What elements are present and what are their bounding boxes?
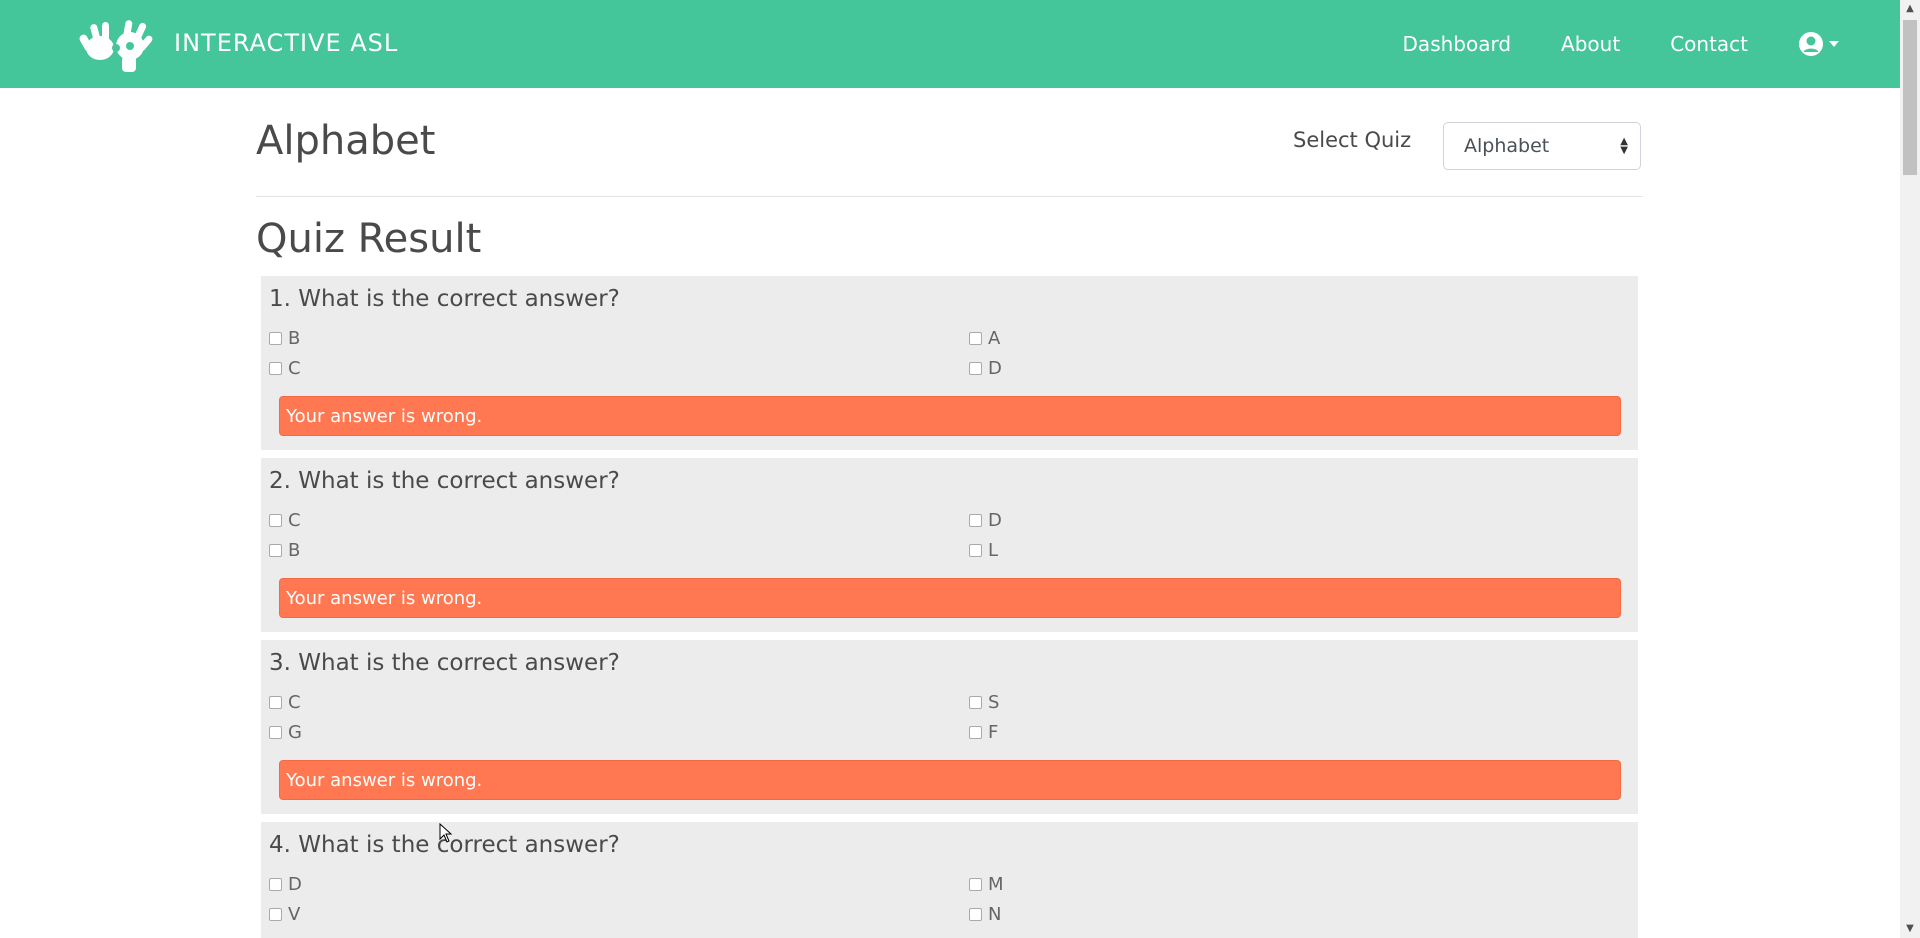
answer-option[interactable]: C bbox=[269, 358, 301, 379]
answer-label: M bbox=[988, 874, 1004, 895]
answer-option[interactable]: B bbox=[269, 328, 300, 349]
answer-checkbox[interactable] bbox=[969, 878, 982, 891]
nav-link-contact[interactable]: Contact bbox=[1670, 32, 1748, 56]
answer-checkbox[interactable] bbox=[969, 544, 982, 557]
answer-option[interactable]: N bbox=[969, 904, 1001, 925]
answer-checkbox[interactable] bbox=[969, 362, 982, 375]
answer-label: B bbox=[288, 540, 301, 561]
answer-label: B bbox=[288, 328, 301, 349]
section-title: Quiz Result bbox=[256, 216, 482, 262]
answer-option[interactable]: M bbox=[969, 874, 1004, 895]
question-card: 1. What is the correct answer? B A C D Y… bbox=[261, 276, 1638, 450]
answer-label: C bbox=[288, 692, 301, 713]
answer-option[interactable]: A bbox=[969, 328, 1000, 349]
answer-option[interactable]: L bbox=[969, 540, 998, 561]
answer-label: N bbox=[988, 904, 1002, 925]
answer-checkbox[interactable] bbox=[269, 726, 282, 739]
answer-checkbox[interactable] bbox=[969, 726, 982, 739]
question-card: 4. What is the correct answer? D M V N bbox=[261, 822, 1638, 938]
answer-label: S bbox=[988, 692, 1000, 713]
answer-option[interactable]: G bbox=[269, 722, 302, 743]
answer-checkbox[interactable] bbox=[269, 544, 282, 557]
question-text: 2. What is the correct answer? bbox=[269, 468, 620, 494]
answer-option[interactable]: D bbox=[969, 510, 1002, 531]
answer-option[interactable]: S bbox=[969, 692, 999, 713]
quiz-select-value: Alphabet bbox=[1464, 135, 1550, 157]
answer-checkbox[interactable] bbox=[269, 878, 282, 891]
answer-checkbox[interactable] bbox=[969, 908, 982, 921]
answer-option[interactable]: F bbox=[969, 722, 998, 743]
divider bbox=[256, 196, 1643, 197]
mouse-cursor-icon bbox=[439, 823, 453, 843]
answer-checkbox[interactable] bbox=[969, 332, 982, 345]
answer-option[interactable]: D bbox=[969, 358, 1002, 379]
wrong-answer-alert: Your answer is wrong. bbox=[279, 760, 1621, 800]
page-title: Alphabet bbox=[256, 118, 436, 164]
answer-checkbox[interactable] bbox=[269, 514, 282, 527]
select-arrows-icon: ▲ ▼ bbox=[1620, 136, 1628, 156]
nav-links: Dashboard About Contact bbox=[1353, 0, 1840, 88]
answer-checkbox[interactable] bbox=[269, 696, 282, 709]
question-card: 3. What is the correct answer? C S G F Y… bbox=[261, 640, 1638, 814]
answer-label: L bbox=[988, 540, 999, 561]
asl-hands-icon bbox=[79, 20, 153, 72]
navbar: INTERACTIVE ASL Dashboard About Contact bbox=[0, 0, 1900, 88]
question-text: 3. What is the correct answer? bbox=[269, 650, 620, 676]
answer-option[interactable]: C bbox=[269, 510, 301, 531]
answer-label: D bbox=[288, 874, 302, 895]
scroll-thumb[interactable] bbox=[1903, 20, 1917, 175]
wrong-answer-alert: Your answer is wrong. bbox=[279, 396, 1621, 436]
scroll-down-arrow-icon[interactable]: ▼ bbox=[1900, 920, 1920, 938]
answer-checkbox[interactable] bbox=[269, 332, 282, 345]
nav-link-about[interactable]: About bbox=[1561, 32, 1620, 56]
page-scrollbar[interactable]: ▲ ▼ bbox=[1900, 0, 1920, 938]
answer-option[interactable]: D bbox=[269, 874, 302, 895]
answer-label: C bbox=[288, 510, 301, 531]
answer-option[interactable]: B bbox=[269, 540, 300, 561]
brand[interactable]: INTERACTIVE ASL bbox=[78, 12, 398, 74]
answer-label: C bbox=[288, 358, 301, 379]
answer-label: A bbox=[988, 328, 1001, 349]
answer-label: D bbox=[988, 510, 1002, 531]
answer-checkbox[interactable] bbox=[969, 696, 982, 709]
user-menu-button[interactable] bbox=[1798, 31, 1840, 57]
scroll-up-arrow-icon[interactable]: ▲ bbox=[1900, 0, 1920, 18]
user-circle-icon bbox=[1799, 32, 1823, 56]
answer-option[interactable]: C bbox=[269, 692, 301, 713]
quiz-select[interactable]: Alphabet ▲ ▼ bbox=[1443, 122, 1641, 170]
brand-name: INTERACTIVE ASL bbox=[174, 29, 399, 57]
answer-label: G bbox=[288, 722, 302, 743]
answer-label: D bbox=[988, 358, 1002, 379]
answer-label: F bbox=[988, 722, 999, 743]
answer-checkbox[interactable] bbox=[969, 514, 982, 527]
select-quiz-label: Select Quiz bbox=[1293, 128, 1412, 152]
question-card: 2. What is the correct answer? C D B L Y… bbox=[261, 458, 1638, 632]
caret-down-icon bbox=[1829, 41, 1839, 47]
answer-checkbox[interactable] bbox=[269, 908, 282, 921]
answer-checkbox[interactable] bbox=[269, 362, 282, 375]
wrong-answer-alert: Your answer is wrong. bbox=[279, 578, 1621, 618]
answer-label: V bbox=[288, 904, 301, 925]
question-text: 1. What is the correct answer? bbox=[269, 286, 620, 312]
nav-link-dashboard[interactable]: Dashboard bbox=[1403, 32, 1512, 56]
answer-option[interactable]: V bbox=[269, 904, 300, 925]
